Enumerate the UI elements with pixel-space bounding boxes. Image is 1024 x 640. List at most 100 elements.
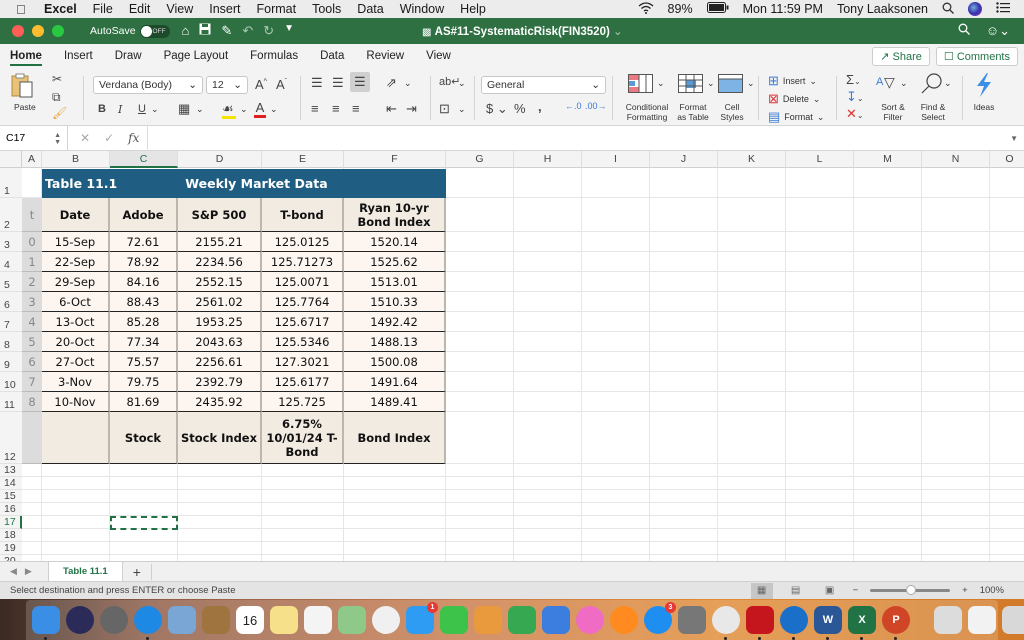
- sort-filter-icon[interactable]: A: [876, 72, 883, 89]
- dock-app-app-store-icon[interactable]: 3: [644, 602, 676, 634]
- delete-cells-button[interactable]: ⊠ Delete ⌄: [768, 91, 820, 107]
- table-cell[interactable]: 15-Sep: [42, 232, 110, 252]
- table-cell[interactable]: 1510.33: [344, 292, 446, 312]
- row-header-10[interactable]: 10: [0, 372, 22, 392]
- apple-menu-icon[interactable]: : [16, 2, 30, 17]
- font-size-select[interactable]: 12 ⌄: [206, 76, 248, 94]
- decrease-font-size-icon[interactable]: Aˇ: [276, 77, 287, 92]
- zoom-out-button[interactable]: −: [853, 585, 859, 596]
- menu-insert[interactable]: Insert: [209, 2, 240, 16]
- search-icon[interactable]: [958, 23, 970, 39]
- table-cell[interactable]: 125.71273: [262, 252, 344, 272]
- table-cell[interactable]: 1525.62: [344, 252, 446, 272]
- row-header-2[interactable]: 2: [0, 198, 22, 232]
- chevron-down-icon[interactable]: ⌄: [657, 78, 665, 89]
- menu-help[interactable]: Help: [460, 2, 486, 16]
- align-center-icon[interactable]: ≡: [332, 101, 340, 116]
- table-cell[interactable]: 2552.15: [178, 272, 262, 292]
- dock-png-file-icon[interactable]: [968, 606, 996, 634]
- zoom-window-button[interactable]: [52, 25, 64, 37]
- borders-icon[interactable]: ▦: [178, 101, 190, 117]
- select-all-corner[interactable]: [0, 151, 22, 168]
- table-cell[interactable]: 1500.08: [344, 352, 446, 372]
- dock-app-mail-preview-icon[interactable]: [168, 606, 196, 634]
- period-index-cell[interactable]: 3: [22, 292, 42, 312]
- close-window-button[interactable]: [12, 25, 24, 37]
- chevron-down-icon[interactable]: ⌄: [944, 78, 952, 89]
- menu-file[interactable]: File: [93, 2, 113, 16]
- font-color-button[interactable]: A: [254, 100, 266, 118]
- tab-insert[interactable]: Insert: [64, 46, 93, 66]
- row-header-16[interactable]: 16: [0, 503, 22, 516]
- save-icon[interactable]: [199, 23, 211, 39]
- ideas-button[interactable]: [974, 72, 994, 101]
- table-cell[interactable]: 125.6717: [262, 312, 344, 332]
- autosum-icon[interactable]: Σ⌄: [846, 72, 861, 87]
- table-header-s-p-500[interactable]: S&P 500: [178, 198, 262, 232]
- dock-app-books-icon[interactable]: [610, 606, 638, 634]
- zoom-slider-knob[interactable]: [906, 585, 917, 595]
- wifi-icon[interactable]: [638, 1, 654, 17]
- menu-edit[interactable]: Edit: [129, 2, 151, 16]
- table-cell[interactable]: 2435.92: [178, 392, 262, 412]
- table-footer-cell[interactable]: Bond Index: [344, 412, 446, 464]
- period-index-cell[interactable]: 2: [22, 272, 42, 292]
- chevron-down-icon[interactable]: ⌄: [900, 78, 908, 89]
- table-cell[interactable]: 78.92: [110, 252, 178, 272]
- table-cell[interactable]: 2561.02: [178, 292, 262, 312]
- edit-document-icon[interactable]: ✎: [221, 23, 232, 39]
- table-cell[interactable]: 2155.21: [178, 232, 262, 252]
- chevron-down-icon[interactable]: ⌄: [240, 104, 248, 115]
- table-cell[interactable]: 72.61: [110, 232, 178, 252]
- dock-app-word-icon[interactable]: W: [814, 606, 842, 640]
- tab-view[interactable]: View: [426, 46, 451, 66]
- row-header-9[interactable]: 9: [0, 352, 22, 372]
- page-break-view-button[interactable]: ▣: [819, 583, 841, 599]
- table-cell[interactable]: 84.16: [110, 272, 178, 292]
- decrease-decimal-icon[interactable]: .00→: [585, 101, 607, 111]
- minimize-window-button[interactable]: [32, 25, 44, 37]
- page-layout-view-button[interactable]: ▤: [785, 583, 807, 599]
- tab-review[interactable]: Review: [366, 46, 404, 66]
- increase-indent-icon[interactable]: ⇥: [406, 101, 417, 117]
- table-cell[interactable]: 3-Nov: [42, 372, 110, 392]
- column-header-j[interactable]: J: [650, 151, 718, 168]
- selected-cell-marquee[interactable]: [110, 516, 178, 530]
- column-header-h[interactable]: H: [514, 151, 582, 168]
- underline-button[interactable]: U: [138, 103, 146, 115]
- align-top-icon[interactable]: ☰: [311, 75, 323, 91]
- period-index-cell[interactable]: 7: [22, 372, 42, 392]
- decrease-indent-icon[interactable]: ⇤: [386, 101, 397, 117]
- battery-icon[interactable]: [706, 2, 729, 16]
- table-cell[interactable]: 22-Sep: [42, 252, 110, 272]
- table-cell[interactable]: 20-Oct: [42, 332, 110, 352]
- table-cell[interactable]: 125.7764: [262, 292, 344, 312]
- feedback-smiley-icon[interactable]: ☺⌄: [986, 23, 1010, 39]
- table-cell[interactable]: 79.75: [110, 372, 178, 392]
- insert-function-icon[interactable]: fx: [128, 131, 139, 145]
- dock-app-maps-icon[interactable]: [338, 606, 366, 634]
- tab-page-layout[interactable]: Page Layout: [164, 46, 229, 66]
- merge-center-icon[interactable]: ⊡: [439, 101, 450, 117]
- conditional-formatting-button[interactable]: [628, 74, 656, 97]
- add-sheet-button[interactable]: +: [123, 563, 152, 580]
- row-header-17[interactable]: 17: [0, 516, 22, 529]
- menu-window[interactable]: Window: [400, 2, 444, 16]
- expand-formula-bar-icon[interactable]: ▼: [1010, 134, 1024, 143]
- column-header-a[interactable]: A: [22, 151, 42, 168]
- table-cell[interactable]: 125.0071: [262, 272, 344, 292]
- column-header-k[interactable]: K: [718, 151, 786, 168]
- confirm-entry-icon[interactable]: ✓: [104, 131, 114, 145]
- column-header-g[interactable]: G: [446, 151, 514, 168]
- copy-icon[interactable]: ⧉: [52, 90, 61, 105]
- column-header-i[interactable]: I: [582, 151, 650, 168]
- table-cell[interactable]: 1489.41: [344, 392, 446, 412]
- dock-app-reminders-icon[interactable]: [304, 606, 332, 634]
- user-name[interactable]: Tony Laaksonen: [837, 2, 928, 16]
- period-index-cell[interactable]: 5: [22, 332, 42, 352]
- dock-app-pages-like-icon[interactable]: [474, 606, 502, 634]
- sheet-tab-table-11-1[interactable]: Table 11.1: [48, 561, 123, 582]
- currency-icon[interactable]: $ ⌄: [486, 101, 508, 117]
- table-cell[interactable]: 88.43: [110, 292, 178, 312]
- increase-decimal-icon[interactable]: ←.0: [565, 101, 582, 111]
